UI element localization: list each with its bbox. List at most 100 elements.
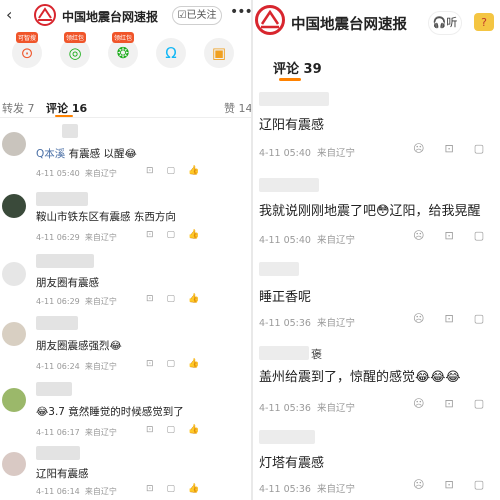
- comment-icon[interactable]: ▢: [167, 294, 176, 304]
- avatar[interactable]: [2, 194, 26, 218]
- comment-location: 来自辽宁: [84, 487, 117, 496]
- dislike-face-icon[interactable]: ☹: [413, 312, 424, 325]
- list-item: 辽阳有震感 4-11 06:14 来自辽宁 ⊡ ▢ 👍: [0, 446, 251, 500]
- share-icon[interactable]: ⊡: [146, 484, 154, 494]
- username-redacted[interactable]: [36, 192, 88, 206]
- listen-button[interactable]: 🎧听: [428, 11, 462, 35]
- comment-location: 来自辽宁: [317, 484, 356, 495]
- topic-prefix[interactable]: Q本溪: [36, 148, 65, 160]
- dislike-face-icon[interactable]: ☹: [413, 478, 424, 491]
- tab-comment[interactable]: 评论 16: [46, 100, 87, 116]
- comment-actions: ☹ ⊡ ▢: [413, 142, 500, 155]
- tab-comment[interactable]: 评论 39: [273, 58, 322, 77]
- like-icon[interactable]: 👍: [188, 166, 199, 176]
- username-redacted[interactable]: [259, 92, 329, 106]
- comment-location: 来自辽宁: [84, 233, 117, 242]
- avatar[interactable]: [2, 388, 26, 412]
- share-icon[interactable]: ⊡: [444, 142, 453, 155]
- share-icon[interactable]: ⊡: [444, 397, 453, 410]
- comment-actions: ⊡ ▢ 👍: [146, 230, 212, 240]
- question-badge-icon[interactable]: ?: [472, 10, 500, 36]
- comment-meta: 4-11 05:36 来自辽宁: [259, 315, 355, 329]
- comment-icon[interactable]: ▢: [474, 312, 484, 325]
- avatar[interactable]: [2, 452, 26, 476]
- username-redacted[interactable]: [259, 346, 309, 360]
- badge-red-packet-1: 领红包: [64, 32, 87, 43]
- comment-icon[interactable]: ▢: [474, 229, 484, 242]
- share-icon[interactable]: ⊡: [146, 166, 154, 176]
- comment-icon[interactable]: ▢: [474, 478, 484, 491]
- share-icon[interactable]: ⊡: [146, 359, 154, 369]
- comment-time: 4-11 05:36: [259, 403, 311, 414]
- follow-button[interactable]: ☑已关注: [172, 6, 222, 25]
- dislike-face-icon[interactable]: ☹: [413, 229, 424, 242]
- username-suffix[interactable]: 褒: [311, 346, 322, 362]
- comment-location: 来自辽宁: [84, 169, 117, 178]
- like-icon[interactable]: 👍: [188, 484, 199, 494]
- comment-location: 来自辽宁: [84, 297, 117, 306]
- username-redacted[interactable]: [259, 262, 299, 276]
- comment-text: 😂3.7 竟然睡觉的时候感觉到了: [36, 406, 184, 418]
- comment-actions: ☹ ⊡ ▢: [413, 478, 500, 491]
- comment-actions: ⊡ ▢ 👍: [146, 484, 212, 494]
- avatar[interactable]: [2, 262, 26, 286]
- comment-text: 我就说刚刚地震了吧😳辽阳，给我晃醒: [259, 204, 481, 219]
- tab-repost[interactable]: 转发 7: [2, 100, 35, 116]
- share-icon[interactable]: ⊡: [146, 230, 154, 240]
- username-redacted[interactable]: [36, 382, 72, 396]
- like-icon[interactable]: 👍: [188, 230, 199, 240]
- like-icon[interactable]: 👍: [188, 294, 199, 304]
- comment-icon[interactable]: ▢: [474, 142, 484, 155]
- active-tab-indicator: [55, 115, 73, 117]
- like-icon[interactable]: 👍: [188, 359, 199, 369]
- avatar[interactable]: [2, 322, 26, 346]
- cenc-logo-icon[interactable]: [34, 4, 56, 26]
- list-item: 辽阳有震感 4-11 05:40 来自辽宁 ☹ ⊡ ▢: [253, 92, 500, 172]
- share-icon[interactable]: ⊡: [444, 312, 453, 325]
- tab-like[interactable]: 赞 14: [224, 100, 251, 116]
- comment-icon[interactable]: ▢: [474, 397, 484, 410]
- comment-icon[interactable]: ▢: [167, 230, 176, 240]
- comment-actions: ☹ ⊡ ▢: [413, 229, 500, 242]
- comment-icon[interactable]: ▢: [167, 484, 176, 494]
- qq-share-button[interactable]: Ω: [156, 38, 186, 68]
- username-redacted[interactable]: [36, 446, 80, 460]
- more-dots-icon[interactable]: •••: [230, 4, 251, 20]
- account-title[interactable]: 中国地震台网速报: [62, 8, 158, 25]
- smart-search-button[interactable]: ⊙ 可智搜: [12, 32, 42, 68]
- save-image-button[interactable]: ▣: [204, 38, 234, 68]
- back-arrow-icon[interactable]: ‹: [6, 5, 12, 24]
- comment-location: 来自辽宁: [317, 235, 356, 246]
- account-title[interactable]: 中国地震台网速报: [291, 13, 407, 34]
- username-redacted[interactable]: [36, 316, 78, 330]
- headphones-icon: 🎧: [432, 16, 447, 29]
- wechat-share-button[interactable]: ◎ 领红包: [60, 32, 90, 68]
- dislike-face-icon[interactable]: ☹: [413, 142, 424, 155]
- dislike-face-icon[interactable]: ☹: [413, 397, 424, 410]
- comment-text: 朋友圈有震感: [36, 277, 99, 289]
- username-redacted[interactable]: [36, 254, 94, 268]
- username-redacted[interactable]: [259, 430, 315, 444]
- left-screenshot: ‹ 中国地震台网速报 ☑已关注 ••• ⊙ 可智搜 ◎ 领红包 ❂ 领红包 Ω …: [0, 0, 251, 500]
- comment-meta: 4-11 06:14 来自辽宁: [36, 486, 117, 497]
- comment-actions: ⊡ ▢ 👍: [146, 359, 212, 369]
- comment-actions: ⊡ ▢ 👍: [146, 166, 212, 176]
- share-icon[interactable]: ⊡: [146, 425, 154, 435]
- list-item: 朋友圈有震感 4-11 06:29 来自辽宁 ⊡ ▢ 👍: [0, 254, 251, 310]
- avatar[interactable]: [2, 132, 26, 156]
- share-icon[interactable]: ⊡: [444, 229, 453, 242]
- username-redacted[interactable]: [62, 124, 78, 138]
- share-icon[interactable]: ⊡: [146, 294, 154, 304]
- share-icon[interactable]: ⊡: [444, 478, 453, 491]
- comment-icon[interactable]: ▢: [167, 359, 176, 369]
- function-row: ⊙ 可智搜 ◎ 领红包 ❂ 领红包 Ω ▣: [0, 32, 251, 84]
- cenc-logo-icon[interactable]: [255, 5, 285, 35]
- comment-icon[interactable]: ▢: [167, 425, 176, 435]
- comment-icon[interactable]: ▢: [167, 166, 176, 176]
- moments-share-button[interactable]: ❂ 领红包: [108, 32, 138, 68]
- comment-location: 来自辽宁: [317, 318, 356, 329]
- comment-meta: 4-11 05:36 来自辽宁: [259, 481, 355, 495]
- username-redacted[interactable]: [259, 178, 319, 192]
- comment-time: 4-11 06:24: [36, 362, 80, 371]
- like-icon[interactable]: 👍: [188, 425, 199, 435]
